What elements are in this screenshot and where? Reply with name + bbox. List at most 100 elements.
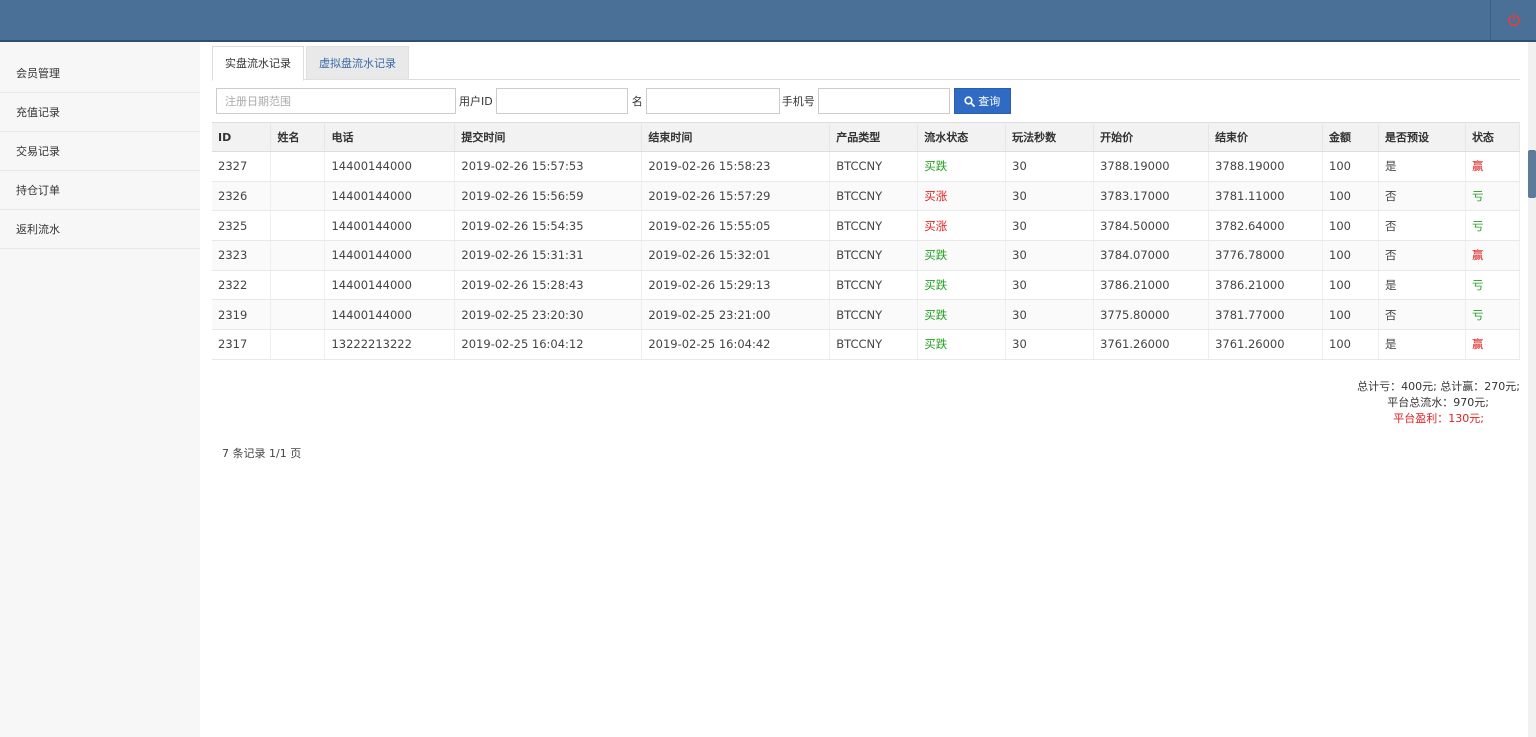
tab-bar: 实盘流水记录 虚拟盘流水记录 [212,46,1520,81]
cell-phone: 13222213222 [324,329,456,360]
cell-seconds: 30 [1005,299,1095,331]
cell-status: 赢 [1465,151,1521,182]
scrollbar-thumb[interactable] [1528,150,1536,198]
cell-end-price: 3786.21000 [1208,270,1324,301]
power-button[interactable] [1490,0,1536,40]
col-header-submit-time[interactable]: 提交时间 [454,122,643,152]
cell-preset: 是 [1378,151,1466,182]
userid-label: 用户ID [459,95,493,108]
page-scrollbar[interactable] [1528,42,1536,737]
sidebar-item-position-orders[interactable]: 持仓订单 [0,171,200,210]
col-header-seconds[interactable]: 玩法秒数 [1005,122,1095,152]
cell-flow-status: 买涨 [917,181,1007,212]
cell-end-price: 3781.77000 [1208,299,1324,331]
cell-amount: 100 [1322,210,1379,242]
userid-input[interactable] [495,88,628,114]
cell-status: 亏 [1465,270,1521,301]
cell-start-price: 3761.26000 [1093,329,1210,360]
table-row: 2326 14400144000 2019-02-26 15:56:59 201… [212,181,1521,212]
col-header-name[interactable]: 姓名 [270,122,326,152]
pagination-info: 7 条记录 1/1 页 [222,447,302,460]
summary-platform-profit: 平台盈利：130元; [1393,412,1484,425]
cell-end-price: 3781.11000 [1208,181,1324,212]
cell-submit-time: 2019-02-25 16:04:12 [454,329,643,360]
cell-id: 2322 [212,270,272,301]
cell-product: BTCCNY [829,181,919,212]
cell-end-time: 2019-02-26 15:55:05 [641,210,831,242]
summary-total-loss-win: 总计亏：400元; 总计赢：270元; [1357,380,1520,393]
name-input[interactable] [645,88,780,114]
sidebar-item-trade-records[interactable]: 交易记录 [0,132,200,171]
phone-input[interactable] [817,88,950,114]
tab-virtual-flow[interactable]: 虚拟盘流水记录 [306,46,409,80]
query-button[interactable]: 查询 [953,88,1011,114]
cell-submit-time: 2019-02-26 15:56:59 [454,181,643,212]
cell-start-price: 3788.19000 [1093,151,1210,182]
cell-submit-time: 2019-02-26 15:57:53 [454,151,643,182]
search-icon [964,95,976,107]
cell-name [270,151,326,182]
cell-product: BTCCNY [829,240,919,271]
cell-preset: 是 [1378,270,1466,301]
col-header-amount[interactable]: 金额 [1322,122,1379,152]
search-bar: 用户ID 名 手机号 查询 [212,88,1011,114]
cell-flow-status: 买跌 [917,151,1007,182]
table-row: 2327 14400144000 2019-02-26 15:57:53 201… [212,151,1521,182]
sidebar: 会员管理 充值记录 交易记录 持仓订单 返利流水 [0,42,200,737]
cell-flow-status: 买跌 [917,329,1007,360]
cell-end-time: 2019-02-26 15:32:01 [641,240,831,271]
cell-id: 2319 [212,299,272,331]
cell-submit-time: 2019-02-26 15:31:31 [454,240,643,271]
cell-end-price: 3782.64000 [1208,210,1324,242]
cell-flow-status: 买涨 [917,210,1007,242]
cell-submit-time: 2019-02-26 15:28:43 [454,270,643,301]
cell-amount: 100 [1322,270,1379,301]
cell-product: BTCCNY [829,299,919,331]
cell-amount: 100 [1322,240,1379,271]
cell-status: 亏 [1465,210,1521,242]
tab-real-flow[interactable]: 实盘流水记录 [212,46,304,81]
cell-status: 赢 [1465,240,1521,271]
col-header-id[interactable]: ID [212,122,272,152]
cell-submit-time: 2019-02-26 15:54:35 [454,210,643,242]
sidebar-item-rebate-flow[interactable]: 返利流水 [0,210,200,249]
col-header-start-price[interactable]: 开始价 [1093,122,1210,152]
col-header-flow-status[interactable]: 流水状态 [917,122,1007,152]
cell-end-time: 2019-02-25 16:04:42 [641,329,831,360]
cell-preset: 否 [1378,240,1466,271]
cell-phone: 14400144000 [324,270,456,301]
cell-status: 赢 [1465,329,1521,360]
col-header-product[interactable]: 产品类型 [829,122,919,152]
cell-preset: 否 [1378,299,1466,331]
cell-name [270,299,326,331]
cell-status: 亏 [1465,299,1521,331]
main-content: 实盘流水记录 虚拟盘流水记录 用户ID 名 手机号 查询 ID 姓名 电话 提交… [212,46,1521,460]
cell-amount: 100 [1322,151,1379,182]
cell-name [270,270,326,301]
sidebar-item-recharge-records[interactable]: 充值记录 [0,93,200,132]
cell-seconds: 30 [1005,210,1095,242]
cell-name [270,240,326,271]
col-header-status[interactable]: 状态 [1465,122,1521,152]
cell-submit-time: 2019-02-25 23:20:30 [454,299,643,331]
cell-product: BTCCNY [829,210,919,242]
col-header-end-time[interactable]: 结束时间 [641,122,831,152]
summary-platform-flow: 平台总流水：970元; [1387,396,1489,409]
cell-start-price: 3783.17000 [1093,181,1210,212]
cell-seconds: 30 [1005,270,1095,301]
table-row: 2323 14400144000 2019-02-26 15:31:31 201… [212,240,1521,271]
col-header-end-price[interactable]: 结束价 [1208,122,1324,152]
cell-name [270,181,326,212]
cell-seconds: 30 [1005,240,1095,271]
sidebar-item-member-management[interactable]: 会员管理 [0,54,200,93]
cell-id: 2326 [212,181,272,212]
cell-id: 2327 [212,151,272,182]
col-header-phone[interactable]: 电话 [324,122,456,152]
cell-end-price: 3761.26000 [1208,329,1324,360]
date-range-input[interactable] [216,88,456,114]
col-header-preset[interactable]: 是否预设 [1378,122,1466,152]
cell-flow-status: 买跌 [917,240,1007,271]
cell-seconds: 30 [1005,181,1095,212]
cell-preset: 是 [1378,329,1466,360]
cell-name [270,210,326,242]
